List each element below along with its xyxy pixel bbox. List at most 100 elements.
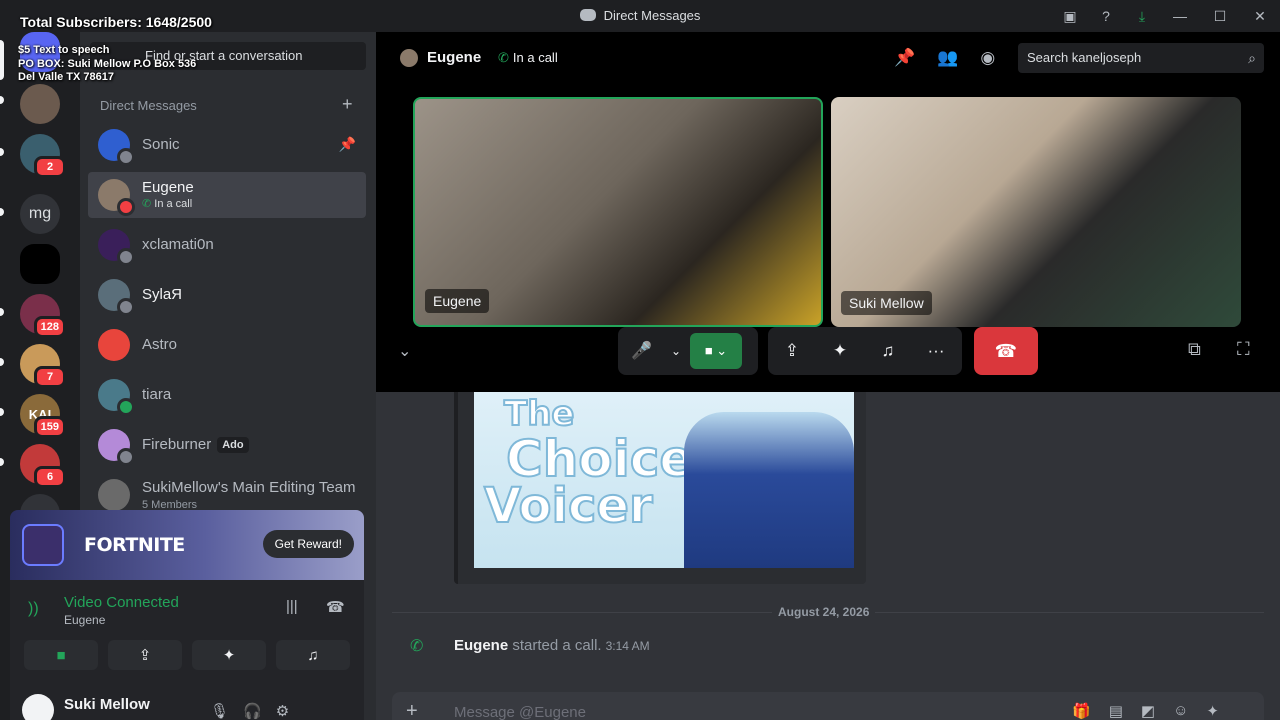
more-options-icon[interactable]: ··· <box>912 327 960 375</box>
status-offline-icon <box>117 298 135 316</box>
emoji-icon[interactable]: ☺ <box>1173 702 1188 720</box>
avatar <box>98 329 130 361</box>
screenshare-button[interactable]: ⇪ <box>108 640 182 670</box>
fullscreen-icon[interactable]: ⛶ <box>1237 339 1250 360</box>
unread-pill <box>0 148 4 156</box>
username[interactable]: Suki Mellow <box>64 696 150 713</box>
unread-pill <box>0 358 4 366</box>
minimize-button[interactable]: — <box>1160 0 1200 32</box>
server-avatar-1[interactable] <box>20 84 60 124</box>
message-embed: The Choicer Voicer <box>454 392 866 584</box>
voice-channel: Eugene <box>64 613 106 627</box>
download-icon[interactable]: ⤓ <box>1124 0 1160 32</box>
dm-item-xclamati0n[interactable]: xclamati0n <box>88 222 366 268</box>
search-input[interactable]: Search kaneljoseph ⌕ <box>1018 43 1264 73</box>
create-dm-plus-icon[interactable]: + <box>342 94 353 115</box>
embed-image[interactable]: The Choicer Voicer <box>474 392 854 568</box>
call-controls: ⌄ 🎤 ⌄ ■ ⌄ ⇪ ✦ ♫ ··· ☎ ⧉ ⛶ <box>376 327 1280 379</box>
headphones-icon[interactable]: 🎧 <box>243 702 262 720</box>
chat-area: The Choicer Voicer August 24, 2026 ✆ Eug… <box>376 392 1280 720</box>
settings-gear-icon[interactable]: ⚙ <box>276 702 289 720</box>
unread-pill <box>0 96 4 104</box>
tile-label: Suki Mellow <box>841 291 932 315</box>
microphone-toggle[interactable]: 🎤 <box>618 327 666 375</box>
soundboard-icon[interactable]: ♫ <box>864 327 912 375</box>
camera-button[interactable]: ■ <box>24 640 98 670</box>
tts-overlay: $5 Text to speech PO BOX: Suki Mellow P.… <box>18 44 197 83</box>
add-friends-icon[interactable]: 👥 <box>937 48 958 68</box>
dm-item-tiara[interactable]: tiara <box>88 372 366 418</box>
user-panel: Suki Mellow 🎙 🎧 ⚙ <box>10 690 364 720</box>
unread-pill <box>0 458 4 466</box>
noise-suppression-icon[interactable]: ||| <box>286 598 298 615</box>
dm-item-sonic[interactable]: Sonic 📌 <box>88 122 366 168</box>
mic-options-chevron-icon[interactable]: ⌄ <box>666 327 686 375</box>
status-offline-icon <box>117 148 135 166</box>
pin-icon[interactable]: 📌 <box>894 48 915 68</box>
message-composer[interactable]: + Message @Eugene 🎁 ▤ ◩ ☺ ✦ <box>392 692 1264 720</box>
maximize-button[interactable]: ☐ <box>1200 0 1240 32</box>
activities-button[interactable]: ✦ <box>192 640 266 670</box>
call-area: Eugene Suki Mellow ⌄ 🎤 ⌄ ■ ⌄ ⇪ ✦ ♫ ··· ☎… <box>376 84 1280 392</box>
soundboard-button[interactable]: ♫ <box>276 640 350 670</box>
mention-badge: 6 <box>34 466 66 488</box>
server-black[interactable] <box>20 244 60 284</box>
fortnite-promo-banner: FORTNITE Get Reward! <box>10 510 364 580</box>
suit-figure <box>684 412 854 568</box>
popout-icon[interactable]: ⧉ <box>1188 339 1201 360</box>
server-avatar-6[interactable]: 6 <box>20 444 66 488</box>
channel-name[interactable]: Eugene <box>427 49 481 66</box>
server-avatar-3[interactable]: 128 <box>20 294 66 338</box>
avatar[interactable] <box>22 694 54 720</box>
video-tile-suki[interactable]: Suki Mellow <box>831 97 1241 327</box>
server-avatar-4[interactable]: 7 <box>20 344 66 388</box>
phone-icon: ✆ <box>498 50 509 65</box>
voice-status[interactable]: Video Connected <box>64 594 179 611</box>
camera-toggle[interactable]: ■ ⌄ <box>690 333 742 369</box>
dm-item-eugene[interactable]: Eugene ✆ In a call <box>88 172 366 218</box>
server-avatar-5[interactable]: KAI 159 <box>20 394 66 438</box>
status-offline-icon <box>117 448 135 466</box>
system-message: Eugene started a call. 3:14 AM <box>454 637 650 654</box>
video-tile-eugene[interactable]: Eugene <box>413 97 823 327</box>
avatar <box>98 479 130 511</box>
get-reward-button[interactable]: Get Reward! <box>262 530 354 558</box>
screenshare-icon[interactable]: ⇪ <box>768 327 816 375</box>
apps-icon[interactable]: ✦ <box>1206 702 1219 720</box>
signal-icon[interactable]: )) <box>28 600 48 620</box>
gif-icon[interactable]: ▤ <box>1109 702 1123 720</box>
unread-pill <box>0 308 4 316</box>
profile-icon[interactable]: ◉ <box>980 48 995 68</box>
collapse-chevron-icon[interactable]: ⌄ <box>398 341 411 361</box>
subscriber-counter-overlay: Total Subscribers: 1648/2500 <box>20 14 212 30</box>
status-online-icon <box>117 398 135 416</box>
discord-promo-icon <box>22 524 64 566</box>
help-icon[interactable]: ? <box>1088 0 1124 32</box>
gift-icon[interactable]: 🎁 <box>1072 702 1091 720</box>
end-call-button[interactable]: ☎ <box>974 327 1038 375</box>
pin-icon[interactable]: 📌 <box>339 136 356 153</box>
divider-date: August 24, 2026 <box>772 605 876 619</box>
sticker-icon[interactable]: ◩ <box>1141 702 1155 720</box>
search-icon: ⌕ <box>1248 50 1256 66</box>
dm-section-title: Direct Messages <box>100 98 197 113</box>
server-mg[interactable]: mg <box>20 194 60 234</box>
server-avatar-2[interactable]: 2 <box>20 134 66 178</box>
upload-plus-icon[interactable]: + <box>406 700 418 720</box>
status-dnd-icon <box>117 198 135 216</box>
microphone-icon[interactable]: 🎙 <box>210 702 229 720</box>
activities-icon[interactable]: ✦ <box>816 327 864 375</box>
discord-logo-icon <box>579 9 596 21</box>
inbox-icon[interactable]: ▣ <box>1052 0 1088 32</box>
mention-badge: 128 <box>33 316 66 338</box>
mention-badge: 2 <box>34 156 66 178</box>
phone-icon: ✆ <box>142 198 155 210</box>
dm-item-astro[interactable]: Astro <box>88 322 366 368</box>
dm-item-fireburner[interactable]: Fireburner Ado <box>88 422 366 468</box>
disconnect-icon[interactable]: ☎ <box>326 598 345 616</box>
close-button[interactable]: ✕ <box>1240 0 1280 32</box>
message-input[interactable]: Message @Eugene <box>454 704 586 720</box>
selected-pill <box>0 40 4 80</box>
dm-item-sylar[interactable]: SylaЯ <box>88 272 366 318</box>
mention-badge: 159 <box>33 416 66 438</box>
